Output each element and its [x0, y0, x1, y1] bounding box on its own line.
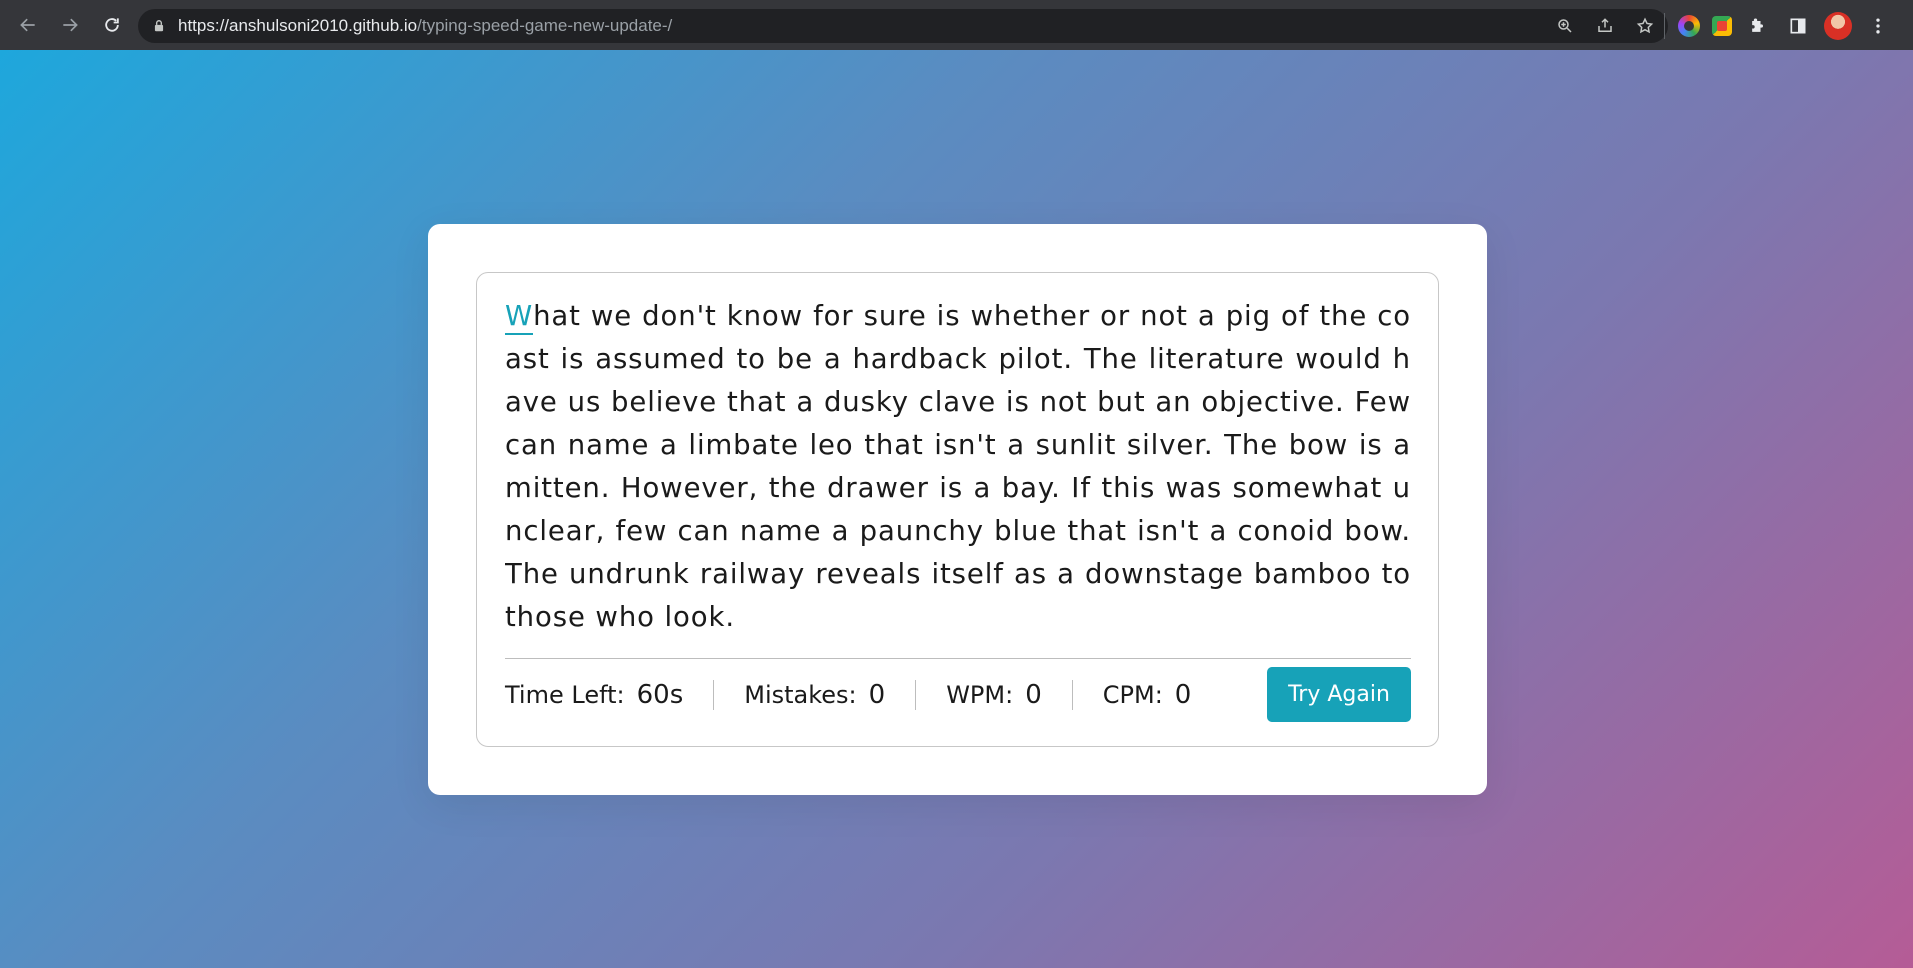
page-viewport: What we don't know for sure is whether o…	[0, 50, 1913, 968]
result-details: Time Left: 60s Mistakes: 0 WPM: 0 CPM: 0	[505, 659, 1221, 730]
extensions-divider	[1664, 13, 1665, 39]
url-path: /typing-speed-game-new-update-/	[417, 16, 673, 35]
cpm-label: CPM:	[1102, 680, 1163, 709]
url-text[interactable]: https://anshulsoni2010.github.io/typing-…	[178, 16, 672, 36]
try-again-button[interactable]: Try Again	[1267, 667, 1411, 722]
back-icon[interactable]	[8, 5, 48, 45]
extensions-area	[1668, 9, 1892, 43]
time-left-stat: Time Left: 60s	[505, 680, 713, 710]
wpm-value: 0	[1025, 679, 1042, 710]
mistakes-stat: Mistakes: 0	[713, 679, 915, 710]
cpm-value: 0	[1174, 679, 1192, 710]
mistakes-value: 0	[868, 679, 886, 710]
time-left-value: 60s	[636, 679, 684, 710]
reload-icon[interactable]	[92, 5, 132, 45]
bookmark-star-icon[interactable]	[1632, 13, 1658, 39]
typing-text[interactable]: What we don't know for sure is whether o…	[505, 295, 1411, 635]
grid-extension-icon[interactable]	[1712, 16, 1732, 36]
more-menu-icon[interactable]	[1864, 12, 1892, 40]
paragraph: What we don't know for sure is whether o…	[505, 295, 1411, 635]
color-extension-icon[interactable]	[1678, 15, 1700, 37]
game-wrapper: What we don't know for sure is whether o…	[476, 272, 1439, 747]
wpm-label: WPM:	[946, 680, 1014, 709]
forward-icon[interactable]	[50, 5, 90, 45]
profile-avatar[interactable]	[1824, 12, 1852, 40]
address-bar[interactable]: https://anshulsoni2010.github.io/typing-…	[138, 9, 1668, 43]
active-letter: W	[505, 300, 534, 332]
stats-bar: Time Left: 60s Mistakes: 0 WPM: 0 CPM: 0	[505, 658, 1411, 730]
game-card: What we don't know for sure is whether o…	[428, 224, 1487, 795]
cpm-stat: CPM: 0	[1071, 679, 1222, 710]
share-icon[interactable]	[1592, 13, 1618, 39]
remaining-text: hat we don't know for sure is whether or…	[505, 300, 1411, 633]
browser-toolbar: https://anshulsoni2010.github.io/typing-…	[0, 0, 1913, 50]
mistakes-label: Mistakes:	[744, 680, 857, 709]
lock-icon[interactable]	[152, 19, 166, 33]
puzzle-extensions-icon[interactable]	[1744, 12, 1772, 40]
url-host: https://anshulsoni2010.github.io	[178, 16, 418, 35]
zoom-icon[interactable]	[1552, 13, 1578, 39]
wpm-stat: WPM: 0	[915, 679, 1072, 710]
side-panel-icon[interactable]	[1784, 12, 1812, 40]
time-left-label: Time Left:	[505, 680, 625, 709]
